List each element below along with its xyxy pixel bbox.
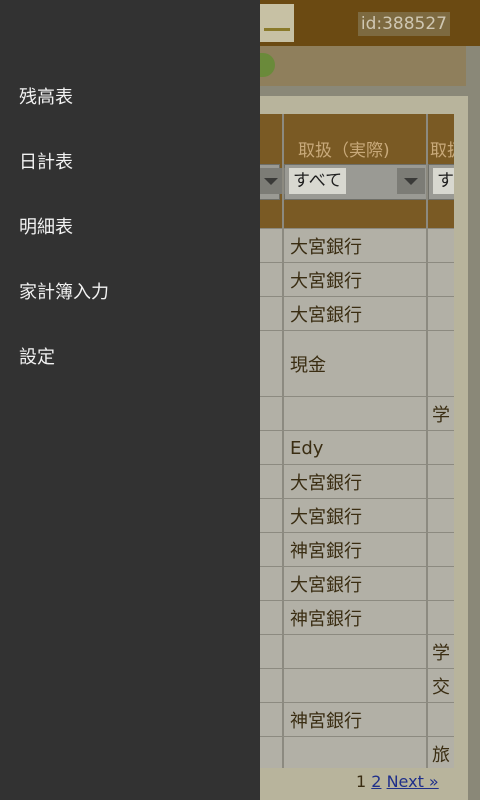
- drawer-item-household-entry[interactable]: 家計簿入力: [0, 259, 260, 323]
- table-row[interactable]: 大宮銀行: [260, 464, 454, 499]
- cell-actual: 大宮銀行: [290, 305, 362, 326]
- cell-handling: [432, 331, 454, 397]
- app-logo: [260, 4, 294, 42]
- cell-handling: [432, 567, 454, 601]
- filter-value-actual: すべて: [289, 168, 347, 194]
- pagination: 1 2 Next »: [356, 772, 439, 791]
- drawer-item-label: 家計簿入力: [19, 282, 109, 303]
- cell-actual: Edy: [290, 437, 324, 459]
- table-row[interactable]: 大宮銀行: [260, 498, 454, 533]
- cell-actual: [290, 635, 424, 669]
- table-row[interactable]: 旅: [260, 736, 454, 768]
- table-row[interactable]: 交: [260, 668, 454, 703]
- page-2-link[interactable]: 2: [371, 772, 381, 791]
- cell-handling: [432, 601, 454, 635]
- table-row[interactable]: 現金: [260, 330, 454, 397]
- cell-actual: 神宮銀行: [290, 711, 362, 732]
- filter-select-prev[interactable]: [260, 164, 285, 200]
- drawer-item-daily[interactable]: 日計表: [0, 129, 260, 193]
- cell-handling: 学: [432, 643, 450, 664]
- table-row[interactable]: 学: [260, 634, 454, 669]
- column-header-handling[interactable]: 取扱: [430, 136, 454, 161]
- cell-handling: [432, 703, 454, 737]
- cell-handling: [432, 229, 454, 263]
- filter-select-actual[interactable]: すべて: [284, 164, 428, 200]
- cell-handling: [432, 465, 454, 499]
- table-row[interactable]: 大宮銀行: [260, 566, 454, 601]
- table-row[interactable]: 神宮銀行: [260, 532, 454, 567]
- table-row[interactable]: 大宮銀行: [260, 262, 454, 297]
- cell-handling: [432, 431, 454, 465]
- drawer-item-label: 残高表: [19, 87, 73, 108]
- table-row[interactable]: 学: [260, 396, 454, 431]
- user-id-label: id:388527: [357, 12, 450, 36]
- filter-row: [260, 200, 454, 228]
- column-divider: [426, 114, 428, 768]
- filter-value-handling: す: [433, 168, 454, 194]
- drawer-item-label: 明細表: [19, 217, 73, 238]
- cell-actual: 大宮銀行: [290, 271, 362, 292]
- cell-handling: [432, 533, 454, 567]
- drawer-item-details[interactable]: 明細表: [0, 194, 260, 258]
- cell-actual: 大宮銀行: [290, 507, 362, 528]
- cell-actual: 大宮銀行: [290, 473, 362, 494]
- cell-actual: 神宮銀行: [290, 609, 362, 630]
- cell-actual: [290, 669, 424, 703]
- cell-actual: 神宮銀行: [290, 541, 362, 562]
- drawer-item-label: 日計表: [19, 152, 73, 173]
- column-divider: [282, 114, 284, 768]
- drawer-item-label: 設定: [19, 347, 55, 368]
- navigation-drawer: 残高表 日計表 明細表 家計簿入力 設定: [0, 0, 260, 800]
- cell-actual: 大宮銀行: [290, 237, 362, 258]
- page-current: 1: [356, 772, 367, 791]
- data-table: 取扱（実際) 取扱 すべて す 大宮銀行大宮銀行大宮銀行現金学Edy大宮銀行大宮…: [260, 114, 454, 768]
- filter-select-handling[interactable]: す: [428, 164, 454, 200]
- drawer-item-settings[interactable]: 設定: [0, 324, 260, 388]
- next-page-link[interactable]: Next »: [387, 772, 439, 791]
- cell-actual: [290, 737, 424, 768]
- cell-handling: 旅: [432, 745, 450, 766]
- chevron-down-icon: [397, 168, 425, 194]
- table-row[interactable]: Edy: [260, 430, 454, 465]
- cell-handling: [432, 499, 454, 533]
- drawer-item-balance[interactable]: 残高表: [0, 64, 260, 128]
- table-row[interactable]: 大宮銀行: [260, 296, 454, 331]
- table-row[interactable]: 神宮銀行: [260, 702, 454, 737]
- table-row[interactable]: 大宮銀行: [260, 228, 454, 263]
- cell-handling: 学: [432, 405, 450, 426]
- cell-handling: [432, 297, 454, 331]
- column-header-actual[interactable]: 取扱（実際): [298, 136, 390, 161]
- right-margin: [466, 46, 480, 800]
- cell-handling: [432, 263, 454, 297]
- table-row[interactable]: 神宮銀行: [260, 600, 454, 635]
- cell-actual: 現金: [290, 355, 326, 376]
- cell-actual: [290, 397, 424, 431]
- cell-handling: 交: [432, 677, 450, 698]
- cell-actual: 大宮銀行: [290, 575, 362, 596]
